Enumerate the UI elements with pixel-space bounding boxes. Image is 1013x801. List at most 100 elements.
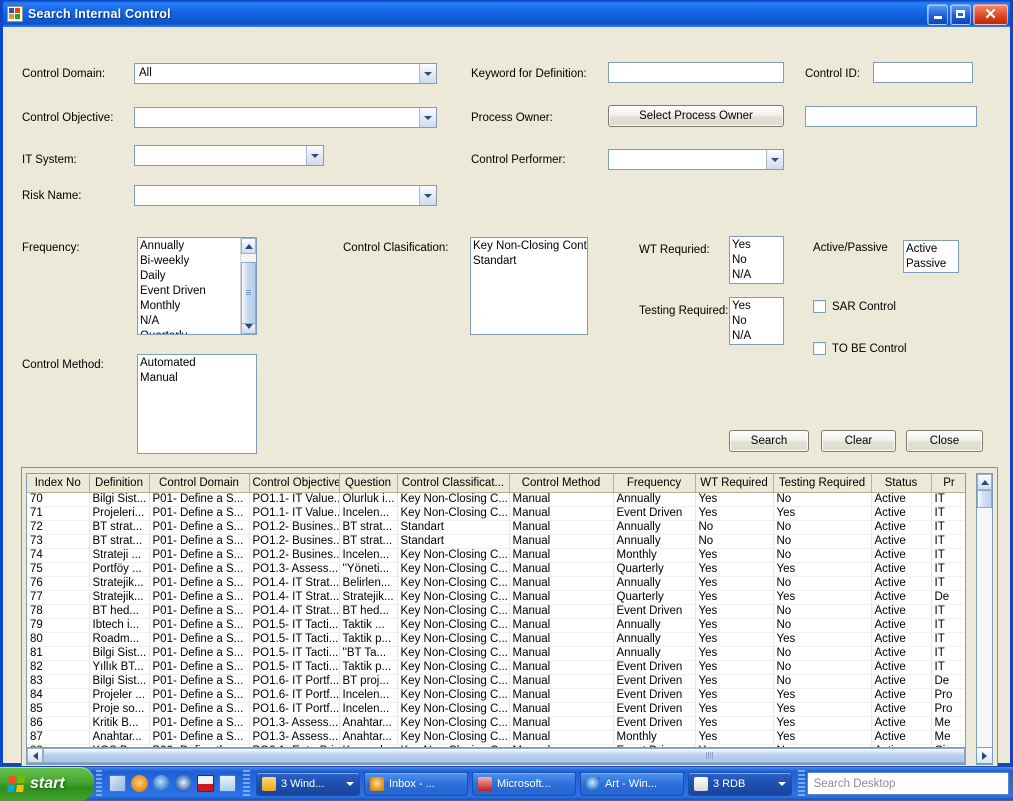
table-cell[interactable]: Yes bbox=[773, 562, 872, 577]
table-cell[interactable]: P01- Define a S... bbox=[149, 534, 250, 549]
table-cell[interactable]: İncelen... bbox=[339, 702, 398, 717]
table-cell[interactable]: 83 bbox=[27, 674, 90, 689]
pdf-icon[interactable] bbox=[197, 775, 215, 792]
wt-requried-item[interactable]: N/A bbox=[732, 268, 783, 283]
table-cell[interactable]: No bbox=[773, 576, 872, 591]
table-cell[interactable]: Manual bbox=[509, 604, 614, 619]
table-cell[interactable]: İncelen... bbox=[339, 548, 398, 563]
table-cell[interactable]: 77 bbox=[27, 590, 90, 605]
frequency-items[interactable]: Annually Bi-weekly Daily Event Driven Monthl… bbox=[138, 238, 240, 334]
table-cell[interactable]: IT bbox=[931, 632, 965, 647]
table-cell[interactable]: Stratejik... bbox=[339, 590, 398, 605]
active-passive-item[interactable]: Active bbox=[906, 242, 958, 257]
table-cell[interactable]: PO1.6- IT Portf... bbox=[249, 688, 340, 703]
table-cell[interactable]: Manual bbox=[509, 730, 614, 745]
table-cell[interactable]: IT bbox=[931, 618, 965, 633]
table-cell[interactable]: PO1.4- IT Strat... bbox=[249, 576, 340, 591]
table-cell[interactable]: 84 bbox=[27, 688, 90, 703]
table-cell[interactable]: 73 bbox=[27, 534, 90, 549]
table-cell[interactable]: Annually bbox=[613, 534, 696, 549]
table-cell[interactable]: No bbox=[773, 646, 872, 661]
table-cell[interactable]: PO1.6- IT Portf... bbox=[249, 674, 340, 689]
table-cell[interactable]: BT strat... bbox=[89, 520, 150, 535]
testing-required-items[interactable]: Yes No N/A bbox=[730, 298, 783, 344]
table-cell[interactable]: Active bbox=[871, 688, 932, 703]
grid-next-page-button[interactable] bbox=[976, 747, 993, 764]
table-cell[interactable]: P01- Define a S... bbox=[149, 716, 250, 731]
table-cell[interactable]: Key Non-Closing C... bbox=[397, 548, 510, 563]
table-cell[interactable]: Yes bbox=[695, 562, 774, 577]
table-cell[interactable]: Manual bbox=[509, 492, 614, 507]
sar-control-checkbox[interactable]: SAR Control bbox=[813, 300, 896, 313]
table-cell[interactable]: Key Non-Closing C... bbox=[397, 576, 510, 591]
table-cell[interactable]: P01- Define a S... bbox=[149, 702, 250, 717]
table-cell[interactable]: P01- Define a S... bbox=[149, 688, 250, 703]
table-row[interactable]: 78 BT hed... P01- Define a S... PO1.4- IT S… bbox=[27, 604, 965, 619]
table-cell[interactable]: De bbox=[931, 674, 965, 689]
table-cell[interactable]: Anahtar... bbox=[339, 716, 398, 731]
table-cell[interactable]: 76 bbox=[27, 576, 90, 591]
table-cell[interactable]: Yes bbox=[695, 632, 774, 647]
table-cell[interactable]: İncelen... bbox=[339, 506, 398, 521]
table-cell[interactable]: 82 bbox=[27, 660, 90, 675]
control-clasification-listbox[interactable]: Key Non-Closing Control Standart bbox=[470, 237, 588, 335]
wt-requried-listbox[interactable]: Yes No N/A bbox=[729, 236, 784, 284]
horizontal-scroll-thumb[interactable] bbox=[43, 748, 965, 763]
table-cell[interactable]: Active bbox=[871, 604, 932, 619]
table-cell[interactable]: Active bbox=[871, 646, 932, 661]
table-cell[interactable]: ''Yöneti... bbox=[339, 562, 398, 577]
minimize-button[interactable] bbox=[927, 3, 948, 25]
table-cell[interactable]: P01- Define a S... bbox=[149, 590, 250, 605]
table-cell[interactable]: Bilgi Sist... bbox=[89, 492, 150, 507]
table-cell[interactable]: Event Driven bbox=[613, 674, 696, 689]
frequency-item[interactable]: Monthly bbox=[140, 299, 240, 314]
table-cell[interactable]: Active bbox=[871, 730, 932, 745]
table-row[interactable]: 82 Yıllık BT... P01- Define a S... PO1.5- I… bbox=[27, 660, 965, 675]
wt-requried-item[interactable]: Yes bbox=[732, 238, 783, 253]
results-grid[interactable]: Index No Definition Control Domain Control … bbox=[26, 473, 966, 765]
table-cell[interactable]: P01- Define a S... bbox=[149, 576, 250, 591]
frequency-item[interactable]: Bi-weekly bbox=[140, 254, 240, 269]
testing-required-item[interactable]: N/A bbox=[732, 329, 783, 344]
taskbar-task-button[interactable]: Inbox - ... bbox=[363, 771, 468, 796]
results-table-header[interactable]: Index No Definition Control Domain Control … bbox=[27, 474, 965, 493]
table-cell[interactable]: Yes bbox=[695, 646, 774, 661]
table-cell[interactable]: PO1.5- IT Tacti... bbox=[249, 618, 340, 633]
table-row[interactable]: 75 Portföy ... P01- Define a S... PO1.3- As… bbox=[27, 562, 965, 577]
table-cell[interactable]: Key Non-Closing C... bbox=[397, 688, 510, 703]
frequency-item[interactable]: Daily bbox=[140, 269, 240, 284]
table-cell[interactable]: Active bbox=[871, 562, 932, 577]
table-cell[interactable]: Yes bbox=[695, 492, 774, 507]
taskbar-task-button[interactable]: 3 Wind... bbox=[255, 771, 360, 796]
close-button[interactable]: ✕ bbox=[973, 3, 1008, 25]
start-button[interactable]: start bbox=[0, 767, 94, 801]
table-cell[interactable]: Active bbox=[871, 702, 932, 717]
table-cell[interactable]: Annually bbox=[613, 520, 696, 535]
table-row[interactable]: 86 Kritik B... P01- Define a S... PO1.3- As… bbox=[27, 716, 965, 731]
table-cell[interactable]: Monthly bbox=[613, 730, 696, 745]
table-cell[interactable]: P01- Define a S... bbox=[149, 562, 250, 577]
table-cell[interactable]: Active bbox=[871, 534, 932, 549]
table-cell[interactable]: P01- Define a S... bbox=[149, 492, 250, 507]
table-cell[interactable]: 79 bbox=[27, 618, 90, 633]
table-row[interactable]: 80 Roadm... P01- Define a S... PO1.5- IT Ta… bbox=[27, 632, 965, 647]
table-cell[interactable]: IT bbox=[931, 492, 965, 507]
table-cell[interactable]: No bbox=[773, 660, 872, 675]
vertical-scroll-track[interactable] bbox=[977, 490, 992, 748]
testing-required-listbox[interactable]: Yes No N/A bbox=[729, 297, 784, 345]
clear-button[interactable]: Clear bbox=[821, 430, 896, 452]
table-row[interactable]: 70 Bilgi Sist... P01- Define a S... PO1.1- … bbox=[27, 492, 965, 507]
table-cell[interactable]: Ibtech i... bbox=[89, 618, 150, 633]
scroll-left-icon[interactable] bbox=[27, 748, 43, 763]
quick-launch-bar[interactable] bbox=[104, 767, 241, 800]
table-cell[interactable]: PO1.3- Assess... bbox=[249, 562, 340, 577]
search-button[interactable]: Search bbox=[729, 430, 809, 452]
table-row[interactable]: 77 Stratejik... P01- Define a S... PO1.4- I… bbox=[27, 590, 965, 605]
table-cell[interactable]: Projeleri... bbox=[89, 506, 150, 521]
table-cell[interactable]: Bilgi Sist... bbox=[89, 674, 150, 689]
table-cell[interactable]: Active bbox=[871, 590, 932, 605]
table-cell[interactable]: Manual bbox=[509, 548, 614, 563]
table-cell[interactable]: Key Non-Closing C... bbox=[397, 716, 510, 731]
table-cell[interactable]: Active bbox=[871, 716, 932, 731]
frequency-item[interactable]: Event Driven bbox=[140, 284, 240, 299]
